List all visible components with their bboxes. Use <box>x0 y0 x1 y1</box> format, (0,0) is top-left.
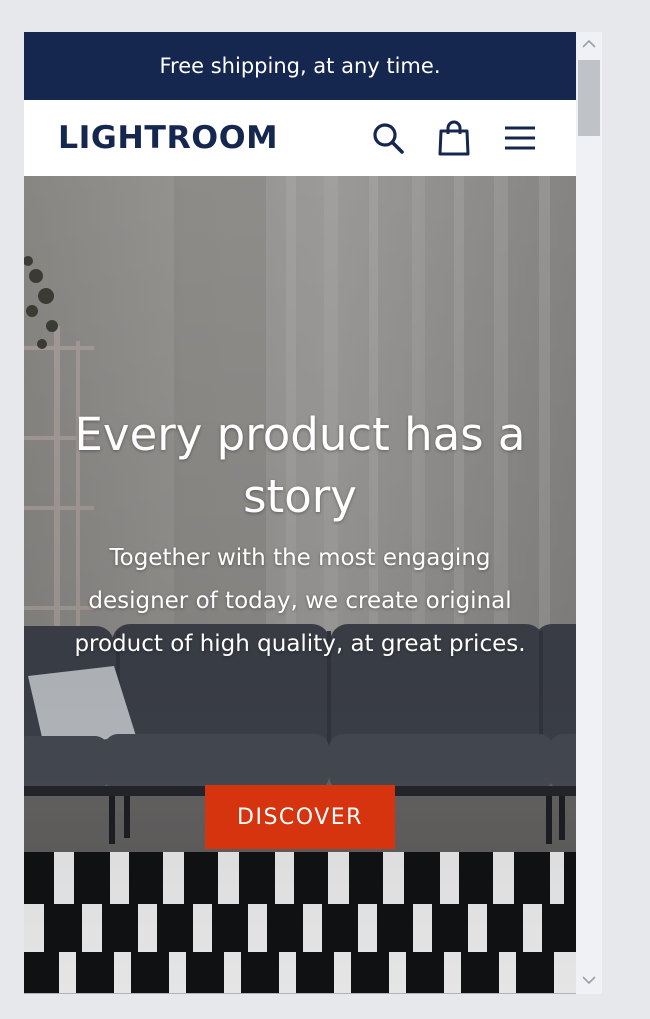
shopping-bag-icon <box>438 120 470 156</box>
announcement-bar: Free shipping, at any time. <box>24 32 576 100</box>
scroll-thumb[interactable] <box>578 60 600 136</box>
menu-icon <box>505 126 535 150</box>
hero-banner: Every product has a story Together with … <box>24 176 576 994</box>
scroll-up-icon[interactable] <box>581 38 597 50</box>
mobile-viewport: Free shipping, at any time. LIGHTROOM Ev… <box>24 32 576 994</box>
search-icon <box>373 123 404 154</box>
announcement-text: Free shipping, at any time. <box>159 54 441 78</box>
scroll-down-icon[interactable] <box>581 974 597 986</box>
divider <box>24 993 576 994</box>
hero-text-block: Every product has a story Together with … <box>24 404 576 666</box>
menu-button[interactable] <box>498 116 542 160</box>
scrollbar[interactable] <box>576 32 602 994</box>
discover-button[interactable]: DISCOVER <box>205 785 395 849</box>
site-header: LIGHTROOM <box>24 100 576 176</box>
search-button[interactable] <box>366 116 410 160</box>
header-icons <box>366 116 542 160</box>
logo[interactable]: LIGHTROOM <box>58 120 278 156</box>
hero-subtitle: Together with the most engaging designer… <box>74 545 526 657</box>
cart-button[interactable] <box>432 116 476 160</box>
hero-title: Every product has a story <box>74 408 526 523</box>
